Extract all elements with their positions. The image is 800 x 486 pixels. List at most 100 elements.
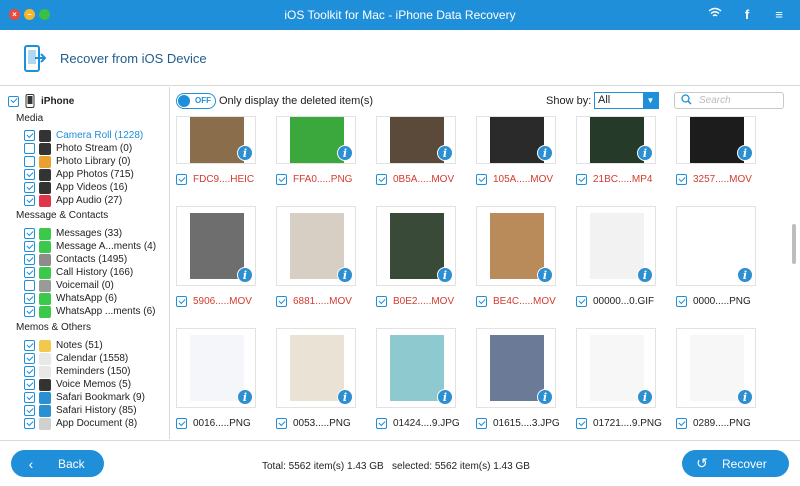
file-checkbox[interactable] [276,418,287,429]
sidebar-item[interactable]: Notes (51) [24,339,103,352]
file-thumbnail[interactable]: i [676,206,756,286]
file-checkbox[interactable] [276,296,287,307]
file-thumbnail[interactable]: i [676,116,756,164]
scrollbar-thumb[interactable] [792,224,796,264]
file-checkbox[interactable] [576,296,587,307]
info-icon[interactable]: i [337,145,353,161]
wifi-icon[interactable] [708,7,722,22]
info-icon[interactable]: i [637,267,653,283]
info-icon[interactable]: i [637,145,653,161]
file-checkbox[interactable] [676,418,687,429]
item-checkbox[interactable] [24,241,35,252]
file-checkbox[interactable] [176,174,187,185]
info-icon[interactable]: i [537,389,553,405]
recover-button[interactable]: ↺ Recover [682,450,789,477]
file-checkbox[interactable] [476,418,487,429]
back-button[interactable]: ‹ Back [11,450,104,477]
item-checkbox[interactable] [24,130,35,141]
file-checkbox[interactable] [576,418,587,429]
device-row[interactable]: iPhone [8,94,74,108]
file-thumbnail[interactable]: i [276,116,356,164]
facebook-icon[interactable]: f [740,7,754,22]
info-icon[interactable]: i [437,389,453,405]
sidebar-item[interactable]: App Document (8) [24,417,137,430]
item-checkbox[interactable] [24,195,35,206]
file-thumbnail[interactable]: i [576,116,656,164]
show-by-select[interactable]: All ▼ [594,92,659,109]
sidebar-item[interactable]: Safari Bookmark (9) [24,391,145,404]
info-icon[interactable]: i [537,267,553,283]
info-icon[interactable]: i [437,267,453,283]
item-checkbox[interactable] [24,379,35,390]
item-checkbox[interactable] [24,340,35,351]
info-icon[interactable]: i [237,267,253,283]
sidebar-item[interactable]: WhatsApp (6) [24,292,117,305]
sidebar-item[interactable]: WhatsApp ...ments (6) [24,305,155,318]
item-checkbox[interactable] [24,405,35,416]
info-icon[interactable]: i [737,389,753,405]
sidebar-item[interactable]: Messages (33) [24,227,122,240]
info-icon[interactable]: i [637,389,653,405]
file-thumbnail[interactable]: i [376,328,456,408]
info-icon[interactable]: i [337,389,353,405]
item-checkbox[interactable] [24,156,35,167]
sidebar-item[interactable]: Safari History (85) [24,404,137,417]
file-thumbnail[interactable]: i [176,116,256,164]
item-checkbox[interactable] [24,169,35,180]
item-checkbox[interactable] [24,267,35,278]
file-thumbnail[interactable]: i [276,328,356,408]
info-icon[interactable]: i [537,145,553,161]
item-checkbox[interactable] [24,228,35,239]
file-checkbox[interactable] [376,174,387,185]
sidebar-item[interactable]: Voice Memos (5) [24,378,131,391]
sidebar-item[interactable]: Photo Stream (0) [24,142,132,155]
info-icon[interactable]: i [237,389,253,405]
item-checkbox[interactable] [24,143,35,154]
file-checkbox[interactable] [476,174,487,185]
file-thumbnail[interactable]: i [576,206,656,286]
info-icon[interactable]: i [737,267,753,283]
sidebar-item[interactable]: App Audio (27) [24,194,122,207]
info-icon[interactable]: i [237,145,253,161]
file-thumbnail[interactable]: i [376,116,456,164]
device-checkbox[interactable] [8,95,19,107]
file-thumbnail[interactable]: i [576,328,656,408]
file-thumbnail[interactable]: i [176,328,256,408]
deleted-only-toggle[interactable]: OFF [176,93,216,109]
sidebar-item[interactable]: Message A...ments (4) [24,240,156,253]
sidebar-item[interactable]: Contacts (1495) [24,253,127,266]
file-checkbox[interactable] [676,174,687,185]
file-checkbox[interactable] [276,174,287,185]
file-checkbox[interactable] [376,296,387,307]
file-thumbnail[interactable]: i [276,206,356,286]
sidebar-item[interactable]: App Videos (16) [24,181,128,194]
info-icon[interactable]: i [337,267,353,283]
sidebar-item[interactable]: Photo Library (0) [24,155,130,168]
info-icon[interactable]: i [437,145,453,161]
file-thumbnail[interactable]: i [676,328,756,408]
sidebar-item[interactable]: Call History (166) [24,266,133,279]
search-input[interactable]: Search [674,92,784,109]
file-thumbnail[interactable]: i [476,328,556,408]
file-thumbnail[interactable]: i [476,206,556,286]
file-checkbox[interactable] [176,418,187,429]
file-checkbox[interactable] [676,296,687,307]
item-checkbox[interactable] [24,182,35,193]
menu-icon[interactable]: ≡ [772,7,786,22]
file-thumbnail[interactable]: i [176,206,256,286]
item-checkbox[interactable] [24,306,35,317]
file-checkbox[interactable] [476,296,487,307]
info-icon[interactable]: i [737,145,753,161]
file-checkbox[interactable] [176,296,187,307]
sidebar-item[interactable]: Voicemail (0) [24,279,114,292]
item-checkbox[interactable] [24,254,35,265]
item-checkbox[interactable] [24,418,35,429]
grid-scrollbar[interactable] [790,116,798,439]
file-checkbox[interactable] [576,174,587,185]
sidebar-item[interactable]: Calendar (1558) [24,352,128,365]
item-checkbox[interactable] [24,293,35,304]
file-thumbnail[interactable]: i [376,206,456,286]
item-checkbox[interactable] [24,353,35,364]
item-checkbox[interactable] [24,392,35,403]
sidebar-item[interactable]: App Photos (715) [24,168,134,181]
